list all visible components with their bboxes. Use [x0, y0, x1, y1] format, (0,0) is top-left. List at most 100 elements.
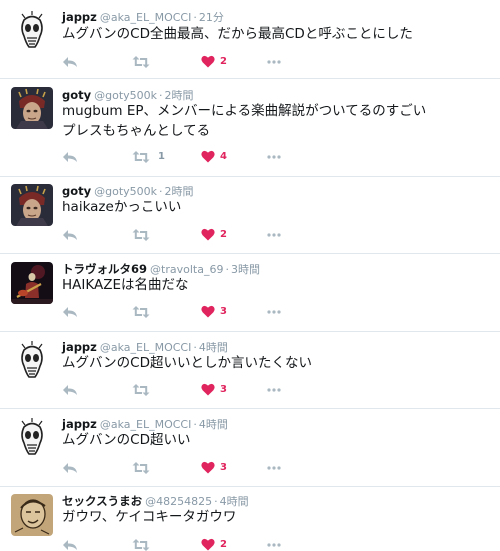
ellipsis-icon	[267, 310, 281, 314]
tweet-actions: 3	[62, 383, 482, 397]
tweet[interactable]: jappz @aka_EL_MOCCI · 4時間 ムグバンのCD超いいとしか言いたく…	[0, 332, 500, 409]
tweet-timeline: jappz @aka_EL_MOCCI · 21分 ムグバンのCD全曲最高、だから最高…	[0, 0, 500, 551]
retweet-button[interactable]	[132, 150, 150, 164]
heart-icon	[201, 383, 215, 396]
retweet-icon	[132, 151, 150, 163]
tweet-text: ムグバンのCD全曲最高、だから最高CDと呼ぶことにした	[62, 24, 413, 44]
like-count: 3	[220, 306, 227, 317]
retweet-button[interactable]	[132, 228, 150, 242]
display-name[interactable]: jappz	[62, 417, 97, 431]
tweet-text-line: ムグバンのCD超いい	[62, 432, 191, 448]
tweet-actions: 3	[62, 305, 482, 319]
tweet-text: ガウワ、ケイコキータガウワ	[62, 507, 236, 527]
reply-button[interactable]	[62, 55, 78, 69]
tweet[interactable]: goty @goty500k · 2時間 haikazeかっこいい 2	[0, 177, 500, 254]
retweet-icon	[132, 539, 150, 551]
more-button[interactable]	[267, 538, 281, 551]
ellipsis-icon	[267, 388, 281, 392]
tweet-actions: 2	[62, 228, 482, 242]
like-count: 2	[220, 229, 227, 240]
tweet-actions: 1 4	[62, 150, 482, 164]
retweet-count: 1	[158, 151, 165, 162]
display-name[interactable]: goty	[62, 184, 91, 198]
display-name[interactable]: トラヴォルタ69	[62, 262, 147, 276]
more-button[interactable]	[267, 383, 281, 397]
tweet[interactable]: トラヴォルタ69 @travolta_69 · 3時間 HAIKAZEは名曲だな 3	[0, 254, 500, 332]
reply-arrow-icon	[63, 463, 77, 473]
like-button[interactable]	[201, 383, 215, 397]
like-button[interactable]	[201, 150, 215, 164]
reply-button[interactable]	[62, 383, 78, 397]
tweet-text: ムグバンのCD超いいとしか言いたくない	[62, 353, 312, 373]
avatar[interactable]	[11, 10, 53, 52]
ellipsis-icon	[267, 233, 281, 237]
avatar[interactable]	[11, 340, 53, 382]
retweet-icon	[132, 384, 150, 396]
reply-arrow-icon	[63, 57, 77, 67]
retweet-button[interactable]	[132, 305, 150, 319]
retweet-icon	[132, 306, 150, 318]
masked-figure-avatar-icon	[11, 87, 53, 129]
tweet-text-line: HAIKAZEは名曲だな	[62, 277, 189, 293]
avatar[interactable]	[11, 184, 53, 226]
display-name[interactable]: セックスうまお	[62, 494, 142, 508]
display-name[interactable]: goty	[62, 88, 91, 102]
sepia-drawing-avatar-icon	[11, 494, 53, 536]
reply-button[interactable]	[62, 538, 78, 551]
tweet-text-line: ムグバンのCD全曲最高、だから最高CDと呼ぶことにした	[62, 26, 413, 42]
reply-button[interactable]	[62, 228, 78, 242]
tweet-actions: 2	[62, 55, 482, 69]
tweet[interactable]: セックスうまお @48254825 · 4時間 ガウワ、ケイコキータガウワ 2	[0, 487, 500, 551]
avatar[interactable]	[11, 87, 53, 129]
sketch-face-avatar-icon	[11, 10, 53, 52]
tweet-header: jappz @aka_EL_MOCCI · 21分	[62, 9, 224, 25]
tweet-text-line: haikazeかっこいい	[62, 199, 182, 215]
retweet-button[interactable]	[132, 55, 150, 69]
like-count: 2	[220, 539, 227, 550]
retweet-icon	[132, 229, 150, 241]
tweet[interactable]: jappz @aka_EL_MOCCI · 21分 ムグバンのCD全曲最高、だから最高…	[0, 0, 500, 79]
tweet-text-line: mugbum EP、メンバーによる楽曲解説がついてるのすごい	[62, 103, 427, 119]
more-button[interactable]	[267, 55, 281, 69]
like-button[interactable]	[201, 55, 215, 69]
avatar[interactable]	[11, 417, 53, 459]
tweet[interactable]: jappz @aka_EL_MOCCI · 4時間 ムグバンのCD超いい 3	[0, 409, 500, 487]
more-button[interactable]	[267, 150, 281, 164]
user-handle[interactable]: @aka_EL_MOCCI	[100, 11, 192, 24]
display-name[interactable]: jappz	[62, 10, 97, 24]
retweet-button[interactable]	[132, 461, 150, 475]
heart-icon	[201, 461, 215, 474]
more-button[interactable]	[267, 461, 281, 475]
like-button[interactable]	[201, 228, 215, 242]
retweet-icon	[132, 462, 150, 474]
retweet-button[interactable]	[132, 383, 150, 397]
like-button[interactable]	[201, 538, 215, 551]
display-name[interactable]: jappz	[62, 340, 97, 354]
more-button[interactable]	[267, 228, 281, 242]
like-button[interactable]	[201, 305, 215, 319]
like-count: 4	[220, 151, 227, 162]
retweet-icon	[132, 56, 150, 68]
ellipsis-icon	[267, 543, 281, 547]
avatar[interactable]	[11, 262, 53, 304]
like-button[interactable]	[201, 461, 215, 475]
retweet-button[interactable]	[132, 538, 150, 551]
reply-button[interactable]	[62, 305, 78, 319]
tweet[interactable]: goty @goty500k · 2時間 mugbum EP、メンバーによる楽曲解説が…	[0, 79, 500, 177]
sketch-face-avatar-icon	[11, 340, 53, 382]
reply-button[interactable]	[62, 150, 78, 164]
avatar[interactable]	[11, 494, 53, 536]
heart-icon	[201, 538, 215, 551]
timestamp[interactable]: 4時間	[199, 418, 228, 431]
tweet-text: mugbum EP、メンバーによる楽曲解説がついてるのすごい プレスもちゃんとし…	[62, 101, 426, 141]
tweet-actions: 2	[62, 538, 482, 551]
tweet-text: ムグバンのCD超いい	[62, 430, 191, 450]
timestamp[interactable]: 3時間	[231, 263, 260, 276]
reply-arrow-icon	[63, 230, 77, 240]
tweet-text-line: ムグバンのCD超いいとしか言いたくない	[62, 355, 312, 371]
reply-arrow-icon	[63, 152, 77, 162]
reply-button[interactable]	[62, 461, 78, 475]
heart-icon	[201, 305, 215, 318]
timestamp[interactable]: 21分	[199, 11, 224, 24]
more-button[interactable]	[267, 305, 281, 319]
